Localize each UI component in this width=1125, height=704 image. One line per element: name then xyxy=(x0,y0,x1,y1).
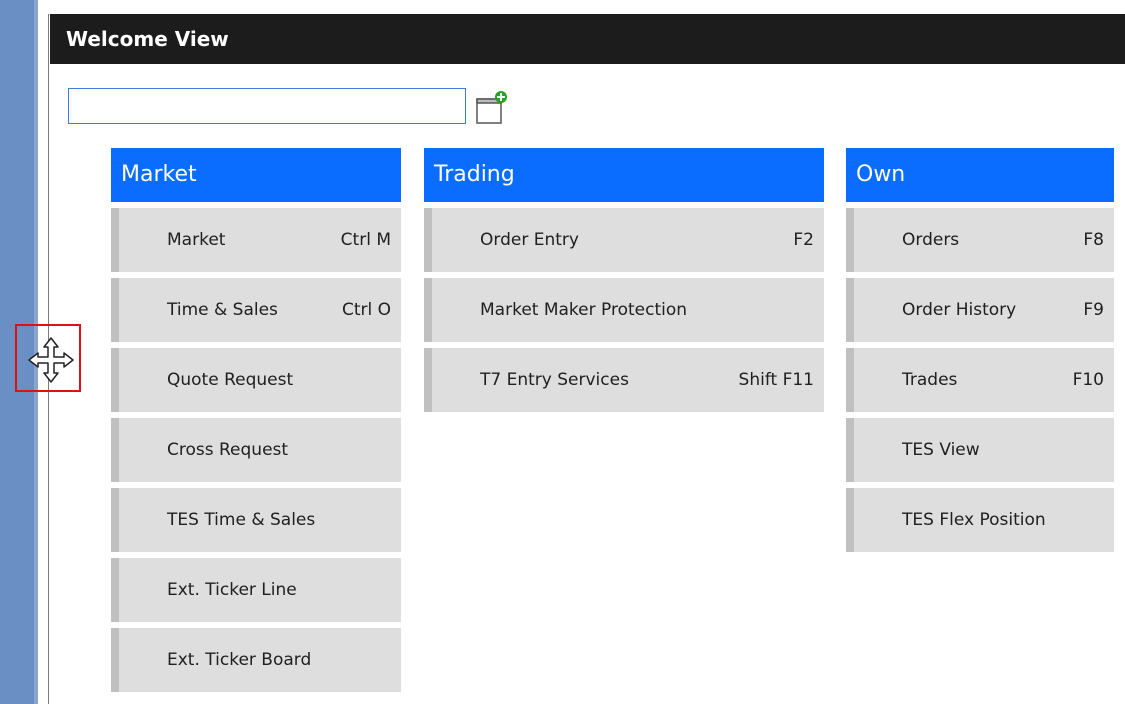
menu-item-label: Market Maker Protection xyxy=(480,300,688,320)
add-widget-icon xyxy=(476,91,507,124)
menu-item-market[interactable]: Market Ctrl M xyxy=(111,208,401,272)
menu-item-tes-flex-position[interactable]: TES Flex Position xyxy=(846,488,1114,552)
menu-item-shortcut: F9 xyxy=(1083,300,1104,320)
add-widget-button[interactable] xyxy=(474,90,510,126)
menu-item-order-history[interactable]: Order History F9 xyxy=(846,278,1114,342)
menu-item-label: Orders xyxy=(902,230,960,250)
move-cursor-icon xyxy=(28,337,74,383)
title-bar: Welcome View xyxy=(50,14,1125,64)
search-input[interactable] xyxy=(68,88,466,124)
menu-item-shortcut: F2 xyxy=(793,230,814,250)
menu-item-shortcut: Ctrl M xyxy=(340,230,391,250)
menu-item-tes-view[interactable]: TES View xyxy=(846,418,1114,482)
menu-item-label: Order History xyxy=(902,300,1017,320)
group-trading: Trading Order Entry F2 Market Maker Prot… xyxy=(424,148,824,412)
menu-item-label: Ext. Ticker Line xyxy=(167,580,297,600)
menu-item-label: Trades xyxy=(902,370,958,390)
group-header-trading: Trading xyxy=(424,148,824,202)
group-header-own: Own xyxy=(846,148,1114,202)
menu-item-label: TES Time & Sales xyxy=(167,510,316,530)
menu-item-trades[interactable]: Trades F10 xyxy=(846,348,1114,412)
menu-item-label: TES Flex Position xyxy=(902,510,1046,530)
menu-item-tes-time-sales[interactable]: TES Time & Sales xyxy=(111,488,401,552)
window-title: Welcome View xyxy=(66,27,229,51)
menu-item-label: Ext. Ticker Board xyxy=(167,650,312,670)
group-market: Market Market Ctrl M Time & Sales Ctrl O… xyxy=(111,148,401,692)
menu-item-ext-ticker-line[interactable]: Ext. Ticker Line xyxy=(111,558,401,622)
menu-item-shortcut: Ctrl O xyxy=(341,300,391,320)
menu-item-label: Time & Sales xyxy=(167,300,278,320)
group-own: Own Orders F8 Order History F9 Trades F1… xyxy=(846,148,1114,552)
menu-item-shortcut: F8 xyxy=(1083,230,1104,250)
menu-item-order-entry[interactable]: Order Entry F2 xyxy=(424,208,824,272)
menu-item-time-sales[interactable]: Time & Sales Ctrl O xyxy=(111,278,401,342)
menu-item-shortcut: F10 xyxy=(1072,370,1104,390)
menu-item-t7-entry-services[interactable]: T7 Entry Services Shift F11 xyxy=(424,348,824,412)
menu-item-label: T7 Entry Services xyxy=(480,370,629,390)
menu-item-label: Cross Request xyxy=(167,440,289,460)
menu-item-cross-request[interactable]: Cross Request xyxy=(111,418,401,482)
menu-item-market-maker-protection[interactable]: Market Maker Protection xyxy=(424,278,824,342)
menu-item-label: Quote Request xyxy=(167,370,294,390)
menu-item-label: TES View xyxy=(902,440,980,460)
menu-item-label: Market xyxy=(167,230,226,250)
menu-item-orders[interactable]: Orders F8 xyxy=(846,208,1114,272)
group-header-market: Market xyxy=(111,148,401,202)
menu-item-ext-ticker-board[interactable]: Ext. Ticker Board xyxy=(111,628,401,692)
menu-item-label: Order Entry xyxy=(480,230,579,250)
menu-item-shortcut: Shift F11 xyxy=(738,370,814,390)
menu-item-quote-request[interactable]: Quote Request xyxy=(111,348,401,412)
